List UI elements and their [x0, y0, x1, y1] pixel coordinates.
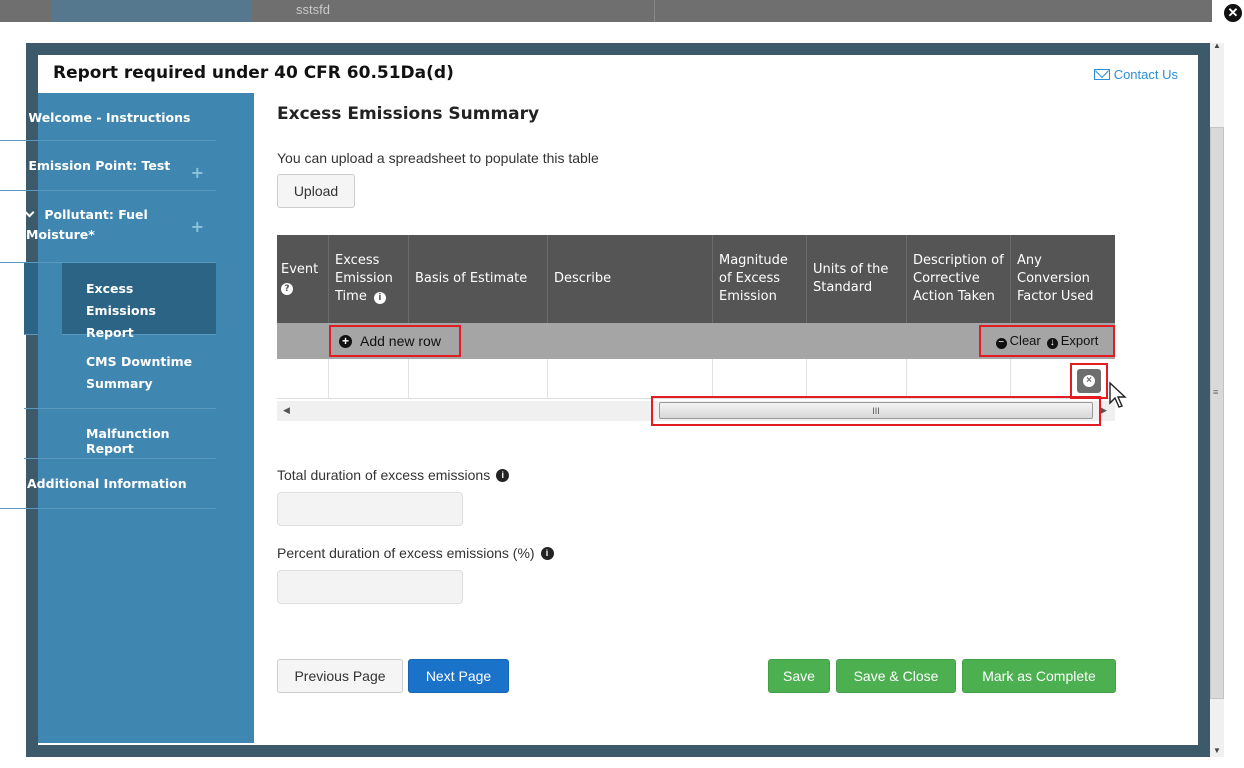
sidebar-item-additional-information[interactable]: Additional Information: [0, 459, 216, 509]
table-toolbar: + Add new row − Clear ↓ Export: [277, 323, 1115, 359]
column-header-describe: Describe: [548, 235, 713, 323]
percent-duration-text: Percent duration of excess emissions (%): [277, 545, 535, 561]
sidebar-item-label: CMS Downtime Summary: [86, 354, 193, 391]
sidebar-item-pollutant[interactable]: Pollutant: Fuel Moisture* +: [0, 191, 216, 263]
page-heading: Excess Emissions Summary: [277, 104, 540, 124]
chevron-down-icon: [8, 110, 19, 121]
column-label: Basis of Estimate: [415, 271, 528, 286]
info-icon[interactable]: i: [373, 292, 386, 304]
sidebar-item-cms-downtime[interactable]: CMS Downtime Summary: [24, 335, 216, 409]
sidebar-item-label: Additional Information: [27, 476, 187, 491]
background-sidebar-strip: [52, 0, 252, 22]
add-new-row-label: Add new row: [360, 333, 441, 349]
column-label: Event: [281, 262, 319, 277]
delete-row-button[interactable]: ×: [1070, 363, 1108, 399]
sidebar-item-label: Welcome - Instructions: [28, 110, 191, 125]
column-header-corrective-action: Description of Corrective Action Taken: [907, 235, 1011, 323]
download-circle-icon: ↓: [1046, 337, 1058, 349]
export-label: Export: [1060, 333, 1099, 349]
table-header: Event ? Excess Emission Time i Basis of …: [277, 235, 1115, 323]
clear-export-controls: − Clear ↓ Export: [979, 325, 1115, 357]
save-close-button[interactable]: Save & Close: [836, 659, 956, 693]
table-cell[interactable]: [807, 359, 907, 399]
mail-icon: [1093, 69, 1110, 80]
column-header-magnitude: Magnitude of Excess Emission: [713, 235, 807, 323]
column-label: Units of the Standard: [813, 262, 889, 295]
contact-us-link[interactable]: Contact Us: [1093, 67, 1178, 82]
upload-button[interactable]: Upload: [277, 174, 355, 208]
sidebar-indent-block: [38, 263, 62, 335]
delete-row-box: ×: [1077, 369, 1101, 393]
scroll-right-icon[interactable]: ▶: [1100, 405, 1107, 416]
chevron-down-icon: [8, 158, 19, 169]
scroll-up-icon[interactable]: ▲: [1213, 41, 1221, 50]
sidebar-item-welcome[interactable]: Welcome - Instructions: [0, 93, 216, 141]
previous-page-button[interactable]: Previous Page: [277, 659, 403, 693]
add-plus-icon[interactable]: +: [191, 163, 204, 182]
column-label: Any Conversion Factor Used: [1017, 253, 1094, 304]
table-row[interactable]: ×: [277, 359, 1115, 399]
modal-vertical-scrollbar[interactable]: ▲ ≡ ▼: [1210, 41, 1224, 757]
save-button[interactable]: Save: [768, 659, 830, 693]
scroll-down-icon[interactable]: ▼: [1213, 746, 1221, 755]
percent-duration-label: Percent duration of excess emissions (%)…: [277, 545, 554, 561]
table-cell[interactable]: [329, 359, 409, 399]
table-cell[interactable]: [409, 359, 548, 399]
help-icon[interactable]: ?: [281, 283, 293, 295]
background-divider: [654, 0, 655, 22]
table-cell[interactable]: [548, 359, 713, 399]
clear-label: Clear: [1009, 333, 1041, 349]
chevron-down-icon: [24, 207, 35, 218]
column-header-basis-of-estimate: Basis of Estimate: [409, 235, 548, 323]
scroll-grip-icon: ≡: [1213, 387, 1219, 397]
percent-duration-input[interactable]: [277, 570, 463, 604]
sidebar-item-emission-point[interactable]: Emission Point: Test +: [0, 141, 216, 191]
column-header-excess-emission-time: Excess Emission Time i: [329, 235, 409, 323]
close-modal-icon[interactable]: ✕: [1222, 2, 1244, 24]
scroll-left-icon[interactable]: ◀: [283, 405, 290, 416]
plus-circle-icon: +: [339, 334, 352, 348]
table-cell[interactable]: [713, 359, 807, 399]
add-new-row-button[interactable]: + Add new row: [329, 325, 461, 357]
export-button[interactable]: ↓ Export: [1046, 333, 1099, 349]
column-label: Magnitude of Excess Emission: [719, 253, 788, 304]
vertical-scroll-thumb[interactable]: [1210, 127, 1224, 699]
total-duration-input[interactable]: [277, 492, 463, 526]
background-page-strip: sstsfd: [0, 0, 1212, 22]
column-label: Description of Corrective Action Taken: [913, 253, 1004, 304]
mouse-cursor-icon: [1108, 381, 1128, 412]
column-label: Describe: [554, 271, 612, 286]
upload-instructions: You can upload a spreadsheet to populate…: [277, 150, 599, 166]
scrollbar-highlight-box: [651, 396, 1101, 426]
info-icon[interactable]: i: [540, 546, 554, 560]
column-header-event: Event ?: [277, 235, 329, 323]
add-plus-icon[interactable]: +: [191, 217, 204, 237]
sidebar-item-label: Excess Emissions Report: [86, 281, 156, 340]
total-duration-text: Total duration of excess emissions: [277, 467, 491, 483]
sidebar-item-label: Pollutant: Fuel Moisture*: [26, 207, 148, 242]
table-cell[interactable]: [277, 359, 329, 399]
column-header-units: Units of the Standard: [807, 235, 907, 323]
sidebar-item-label: Emission Point: Test: [28, 158, 171, 173]
sidebar-item-malfunction-report[interactable]: Malfunction Report: [24, 409, 216, 459]
background-strip-text: sstsfd: [296, 2, 330, 17]
total-duration-label: Total duration of excess emissions i: [277, 467, 510, 483]
modal-title: Report required under 40 CFR 60.51Da(d): [53, 63, 454, 83]
table-cell[interactable]: [907, 359, 1011, 399]
column-header-conversion-factor: Any Conversion Factor Used: [1011, 235, 1115, 323]
contact-us-label: Contact Us: [1113, 67, 1178, 82]
clear-button[interactable]: − Clear: [995, 333, 1041, 349]
next-page-button[interactable]: Next Page: [408, 659, 509, 693]
info-icon[interactable]: i: [496, 468, 510, 482]
minus-circle-icon: −: [995, 337, 1007, 349]
mark-complete-button[interactable]: Mark as Complete: [962, 659, 1116, 693]
close-circle-icon: ×: [1083, 375, 1095, 387]
sidebar-item-label: Malfunction Report: [86, 426, 170, 456]
